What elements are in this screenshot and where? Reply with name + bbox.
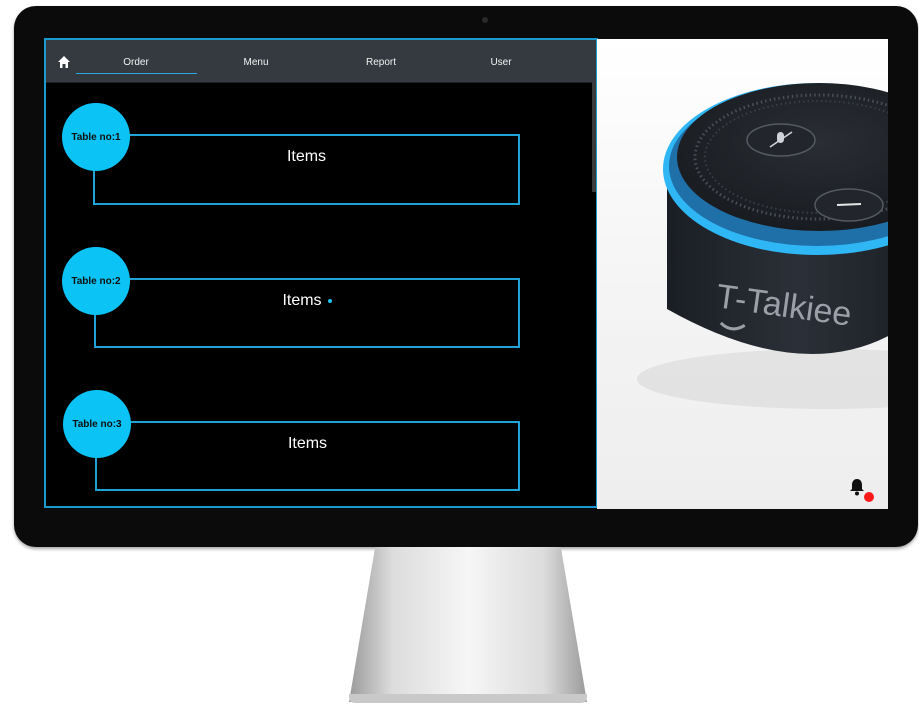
- minus-icon: [836, 203, 862, 206]
- table-card-2[interactable]: Items: [94, 278, 520, 348]
- table-badge-2[interactable]: Table no:2: [62, 247, 130, 315]
- device-photo: T-Talkiee: [597, 39, 888, 509]
- camera-icon: [482, 17, 488, 23]
- nav-order[interactable]: Order: [76, 57, 196, 68]
- table-number-label: Table no:2: [71, 275, 121, 287]
- nav-menu[interactable]: Menu: [241, 57, 271, 68]
- cursor-dot-icon: [327, 298, 332, 303]
- table-number-label: Table no:3: [72, 418, 122, 430]
- top-navbar: Order Menu Report User: [46, 40, 596, 83]
- table-badge-1[interactable]: Table no:1: [62, 103, 130, 171]
- nav-user[interactable]: User: [486, 57, 516, 68]
- table-card-1[interactable]: Items: [93, 134, 520, 205]
- nav-report[interactable]: Report: [356, 57, 406, 68]
- items-label: Items: [96, 292, 518, 310]
- items-text: Items: [282, 292, 322, 309]
- active-tab-indicator: [76, 73, 197, 74]
- order-app: Order Menu Report User Items Table no:1 …: [44, 38, 598, 508]
- notification-badge: [864, 492, 874, 502]
- table-badge-3[interactable]: Table no:3: [63, 390, 131, 458]
- table-card-3[interactable]: Items: [95, 421, 520, 491]
- table-number-label: Table no:1: [71, 131, 121, 143]
- home-icon[interactable]: [57, 55, 71, 69]
- items-label: Items: [287, 435, 328, 452]
- monitor-stand-base: [349, 694, 587, 703]
- scrollbar[interactable]: [592, 82, 596, 192]
- smart-speaker-image: T-Talkiee: [637, 83, 888, 409]
- items-label: Items: [286, 148, 327, 165]
- monitor-stand: [349, 547, 587, 702]
